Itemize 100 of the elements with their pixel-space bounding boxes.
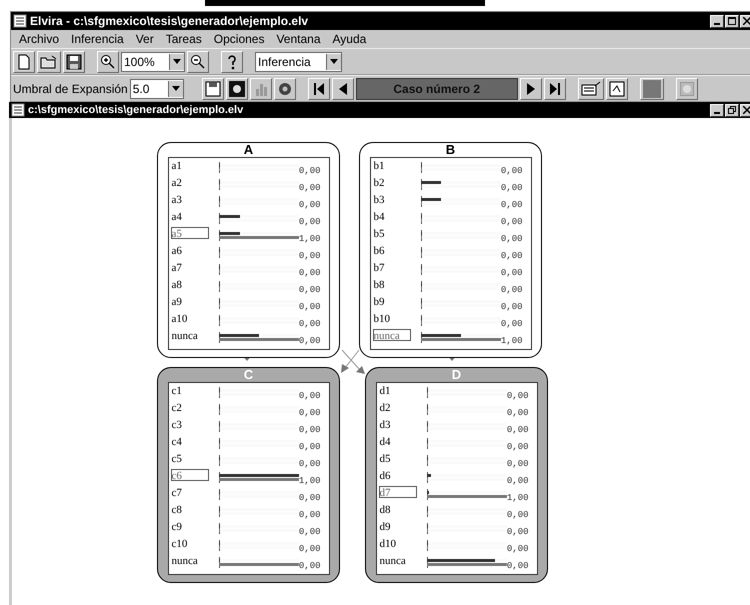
node-card[interactable]: D d1 0,00 d2 0,00 d3 0,00 d4 0,00 d5 0,00 d6 0,00 d7 1,00 d8 0,00 d9 0,00 d10 0,00 nunca 0,00 xyxy=(365,367,548,583)
probability-value: 0,00 xyxy=(298,459,320,469)
dropdown-caret-icon xyxy=(172,86,180,91)
previous-case-button[interactable] xyxy=(332,78,354,100)
question-mark-icon xyxy=(226,52,238,70)
state-label[interactable]: a10 xyxy=(170,312,209,324)
info-button[interactable] xyxy=(676,78,698,100)
state-label[interactable]: c10 xyxy=(170,537,209,549)
state-label[interactable]: d1 xyxy=(378,384,417,396)
circle-icon xyxy=(680,82,694,96)
menu-item[interactable]: Tareas xyxy=(166,32,202,46)
next-case-button[interactable] xyxy=(520,78,542,100)
state-label[interactable]: d6 xyxy=(378,469,417,481)
probability-value: 0,00 xyxy=(298,425,320,435)
wheel-button[interactable] xyxy=(274,78,296,100)
state-label[interactable]: b7 xyxy=(372,261,411,273)
probability-value: 0,00 xyxy=(298,285,320,295)
open-folder-button[interactable] xyxy=(37,50,61,72)
record-button[interactable] xyxy=(226,78,248,100)
probability-value: 0,00 xyxy=(298,251,320,261)
first-case-button[interactable] xyxy=(308,78,330,100)
state-label[interactable]: d9 xyxy=(378,520,417,532)
state-label[interactable]: nunca xyxy=(378,554,417,566)
window-button[interactable] xyxy=(606,78,628,100)
state-label[interactable]: b9 xyxy=(372,295,411,307)
menu-item[interactable]: Inferencia xyxy=(71,32,124,46)
state-label[interactable]: d5 xyxy=(378,452,417,464)
triangle-right-icon xyxy=(526,82,535,94)
state-label[interactable]: b8 xyxy=(372,278,411,290)
state-label[interactable]: b4 xyxy=(372,210,411,222)
zoom-dropdown[interactable]: 100% xyxy=(121,52,185,72)
state-label[interactable]: c1 xyxy=(170,384,209,396)
state-label[interactable]: d4 xyxy=(378,435,417,447)
state-label[interactable]: b10 xyxy=(372,312,411,324)
last-case-button[interactable] xyxy=(544,78,566,100)
close-button[interactable] xyxy=(740,14,750,28)
state-label[interactable]: c7 xyxy=(170,486,209,498)
maximize-button[interactable] xyxy=(725,14,739,28)
state-label[interactable]: c4 xyxy=(170,435,209,447)
state-label[interactable]: a7 xyxy=(170,261,209,273)
zoom-in-button[interactable] xyxy=(97,50,119,72)
state-label[interactable]: c8 xyxy=(170,503,209,515)
arrow xyxy=(342,350,365,374)
table-pencil-icon xyxy=(580,80,601,96)
state-label[interactable]: a9 xyxy=(170,295,209,307)
menu-item[interactable]: Archivo xyxy=(19,32,60,46)
state-label[interactable]: d10 xyxy=(378,537,417,549)
close-button[interactable] xyxy=(740,104,750,116)
state-label[interactable]: nunca xyxy=(170,554,209,566)
state-label[interactable]: a4 xyxy=(170,210,209,222)
restore-button[interactable] xyxy=(725,104,739,116)
probability-value: 1,00 xyxy=(298,476,320,486)
state-label[interactable]: a3 xyxy=(170,193,209,205)
state-label[interactable]: a6 xyxy=(170,244,209,256)
minimize-button[interactable] xyxy=(710,104,724,116)
state-label[interactable]: b2 xyxy=(372,176,411,188)
save-case-button[interactable] xyxy=(202,78,224,100)
threshold-dropdown[interactable]: 5.0 xyxy=(130,78,184,98)
probability-value: 0,00 xyxy=(506,459,528,469)
state-label[interactable]: d8 xyxy=(378,503,417,515)
state-label[interactable]: d7 xyxy=(378,486,417,498)
probability-value: 0,00 xyxy=(506,408,528,418)
new-file-button[interactable] xyxy=(13,50,35,72)
minimize-button[interactable] xyxy=(710,14,724,28)
document-title: c:\sfgmexico\tesis\generador\ejemplo.elv xyxy=(28,104,244,116)
state-label[interactable]: c6 xyxy=(170,469,209,481)
probability-value: 0,00 xyxy=(500,166,522,176)
node-card[interactable]: C c1 0,00 c2 0,00 c3 0,00 c4 0,00 c5 0,00 c6 1,00 c7 0,00 c8 0,00 c9 0,00 c10 0,00 nunca 0,00 xyxy=(157,367,340,583)
help-button[interactable] xyxy=(221,50,243,72)
state-label[interactable]: b1 xyxy=(372,159,411,171)
zoom-out-button[interactable] xyxy=(187,50,209,72)
menu-item[interactable]: Opciones xyxy=(214,32,264,46)
mode-dropdown[interactable]: Inferencia xyxy=(255,52,342,72)
menu-item[interactable]: Ver xyxy=(136,32,154,46)
dropdown-caret-icon xyxy=(173,59,181,64)
probability-value: 0,00 xyxy=(298,217,320,227)
save-button[interactable] xyxy=(63,50,85,72)
restore-icon xyxy=(728,106,736,114)
app-icon xyxy=(13,14,27,28)
state-label[interactable]: c2 xyxy=(170,401,209,413)
bar-chart-button[interactable] xyxy=(250,78,272,100)
state-label[interactable]: a1 xyxy=(170,159,209,171)
state-label[interactable]: b6 xyxy=(372,244,411,256)
state-label[interactable]: d3 xyxy=(378,418,417,430)
probability-value: 0,00 xyxy=(298,544,320,554)
menu-item[interactable]: Ventana xyxy=(276,32,321,46)
probability-value: 0,00 xyxy=(298,561,320,571)
state-label[interactable]: c3 xyxy=(170,418,209,430)
state-label[interactable]: c9 xyxy=(170,520,209,532)
state-label[interactable]: c5 xyxy=(170,452,209,464)
state-label[interactable]: a8 xyxy=(170,278,209,290)
state-label[interactable]: b5 xyxy=(372,227,411,239)
stop-button[interactable] xyxy=(640,78,664,100)
edit-case-button[interactable] xyxy=(578,78,604,100)
state-label[interactable]: b3 xyxy=(372,193,411,205)
state-label[interactable]: d2 xyxy=(378,401,417,413)
probability-value: 0,00 xyxy=(506,510,528,520)
menu-item[interactable]: Ayuda xyxy=(332,32,366,46)
state-label[interactable]: nunca xyxy=(170,329,209,341)
state-label[interactable]: a2 xyxy=(170,176,209,188)
